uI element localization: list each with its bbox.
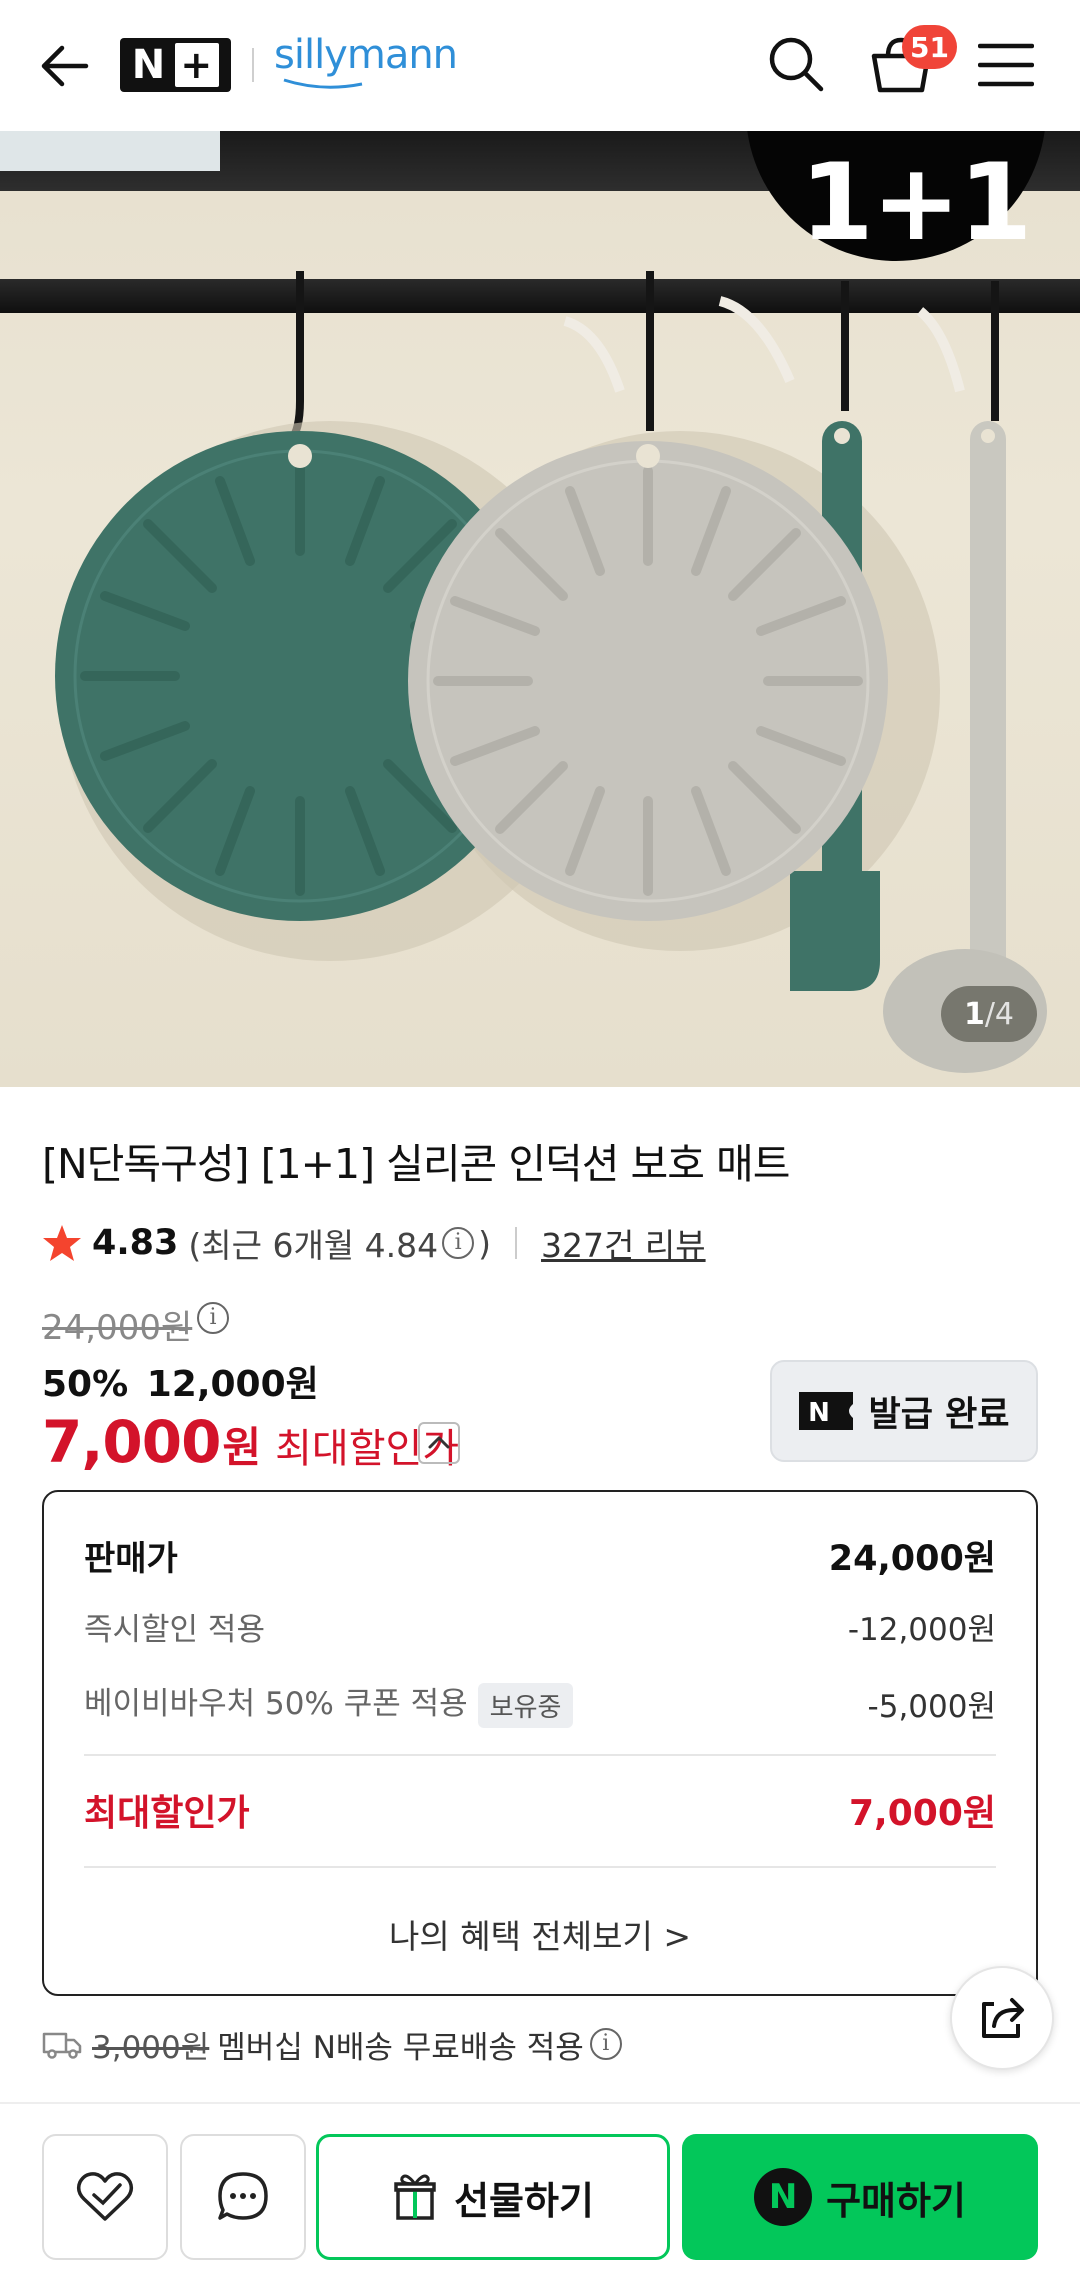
rating-divider bbox=[515, 1227, 518, 1259]
shipping-row: 3,000원 멤버십 N배송 무료배송 적용 i bbox=[42, 2020, 626, 2068]
promo-badge-text: 1+1 bbox=[800, 141, 1032, 264]
chat-bubble-icon bbox=[218, 2172, 268, 2220]
divider bbox=[84, 1754, 996, 1756]
price-row-label: 베이비바우처 50% 쿠폰 적용 bbox=[84, 1686, 468, 1722]
buy-button-label: 구매하기 bbox=[826, 2178, 966, 2223]
price-breakdown-box: 판매가 24,000원 즉시할인 적용 -12,000원 베이비바우처 50% … bbox=[42, 1490, 1038, 1996]
naver-coupon-icon: N bbox=[798, 1392, 853, 1430]
shipping-text: 멤버십 N배송 무료배송 적용 bbox=[217, 2029, 584, 2066]
gift-button[interactable]: 선물하기 bbox=[316, 2134, 670, 2260]
price-info-icon[interactable]: i bbox=[197, 1302, 229, 1334]
price-row-value: -5,000원 bbox=[867, 1688, 996, 1725]
gift-icon bbox=[394, 2174, 436, 2220]
recent-rating-close: ) bbox=[478, 1223, 492, 1263]
view-all-benefits-link[interactable]: 나의 혜택 전체보기 > bbox=[44, 1910, 1036, 1958]
max-discount-row: 7,000 원 최대할인가 bbox=[42, 1408, 459, 1476]
total-label: 최대할인가 bbox=[84, 1793, 250, 1834]
price-row-value: 24,000원 bbox=[828, 1539, 996, 1579]
bottom-bar-divider bbox=[0, 2102, 1080, 2104]
price-row-instant-discount: 즉시할인 적용 -12,000원 bbox=[84, 1604, 996, 1649]
truck-icon bbox=[42, 2032, 82, 2059]
like-button[interactable] bbox=[42, 2134, 168, 2260]
recent-rating: (최근 6개월 4.84 bbox=[188, 1226, 439, 1265]
max-discount-price: 7,000 bbox=[42, 1408, 221, 1476]
rating-row: 4.83 (최근 6개월 4.84 i ) 327건 리뷰 bbox=[42, 1218, 706, 1268]
naver-pay-icon: N bbox=[754, 2168, 813, 2226]
discount-percent: 50% bbox=[42, 1364, 129, 1405]
shipping-info-icon[interactable]: i bbox=[589, 2028, 622, 2060]
holding-badge: 보유중 bbox=[477, 1683, 574, 1728]
discount-row: 50% 12,000원 bbox=[42, 1355, 319, 1407]
buy-button[interactable]: N 구매하기 bbox=[682, 2134, 1038, 2260]
max-discount-won: 원 bbox=[222, 1423, 262, 1472]
share-icon[interactable] bbox=[950, 1966, 1054, 2070]
svg-text:N: N bbox=[808, 1398, 830, 1428]
shipping-original-fee: 3,000원 bbox=[92, 2029, 210, 2066]
nplus-store-logo[interactable]: N + bbox=[120, 38, 231, 92]
hamburger-menu-icon[interactable] bbox=[977, 40, 1035, 90]
discounted-price: 12,000원 bbox=[146, 1364, 319, 1405]
chevron-up-icon[interactable] bbox=[418, 1422, 460, 1464]
product-image-carousel[interactable]: 1+1 1/4 bbox=[0, 131, 1080, 1087]
price-row-total: 최대할인가 7,000원 bbox=[84, 1784, 996, 1836]
review-count-link[interactable]: 327건 리뷰 bbox=[541, 1219, 706, 1267]
logo-divider bbox=[252, 48, 254, 82]
coupon-issued-button[interactable]: N 발급 완료 bbox=[770, 1360, 1038, 1462]
product-title: [N단독구성] [1+1] 실리콘 인덕션 보호 매트 bbox=[42, 1140, 790, 1188]
info-icon[interactable]: i bbox=[442, 1227, 475, 1259]
heart-check-icon bbox=[76, 2172, 134, 2221]
back-arrow-icon[interactable] bbox=[36, 38, 92, 94]
rating-value: 4.83 bbox=[92, 1223, 179, 1263]
app-header: N + sillymann 51 bbox=[0, 0, 1080, 131]
brand-smile-icon bbox=[283, 78, 363, 89]
star-icon bbox=[43, 1225, 81, 1261]
price-row-coupon: 베이비바우처 50% 쿠폰 적용 보유중 -5,000원 bbox=[84, 1678, 996, 1728]
image-counter-total: /4 bbox=[984, 996, 1015, 1032]
product-photo bbox=[55, 271, 1047, 1073]
gift-button-label: 선물하기 bbox=[454, 2178, 594, 2223]
price-row-sale: 판매가 24,000원 bbox=[84, 1530, 996, 1581]
image-counter-current: 1 bbox=[963, 996, 985, 1032]
search-icon[interactable] bbox=[766, 34, 826, 94]
divider bbox=[84, 1866, 996, 1868]
image-counter: 1/4 bbox=[941, 986, 1037, 1042]
talk-chat-button[interactable] bbox=[180, 2134, 306, 2260]
price-row-value: -12,000원 bbox=[847, 1612, 996, 1648]
price-row-label: 즉시할인 적용 bbox=[84, 1612, 265, 1648]
coupon-button-label: 발급 완료 bbox=[868, 1394, 1010, 1435]
brand-logo[interactable]: sillymann bbox=[274, 32, 458, 78]
cart-count-badge: 51 bbox=[902, 25, 957, 69]
total-value: 7,000원 bbox=[849, 1793, 996, 1834]
original-price: 24,000원 bbox=[42, 1308, 193, 1348]
price-row-label: 판매가 bbox=[84, 1539, 178, 1579]
